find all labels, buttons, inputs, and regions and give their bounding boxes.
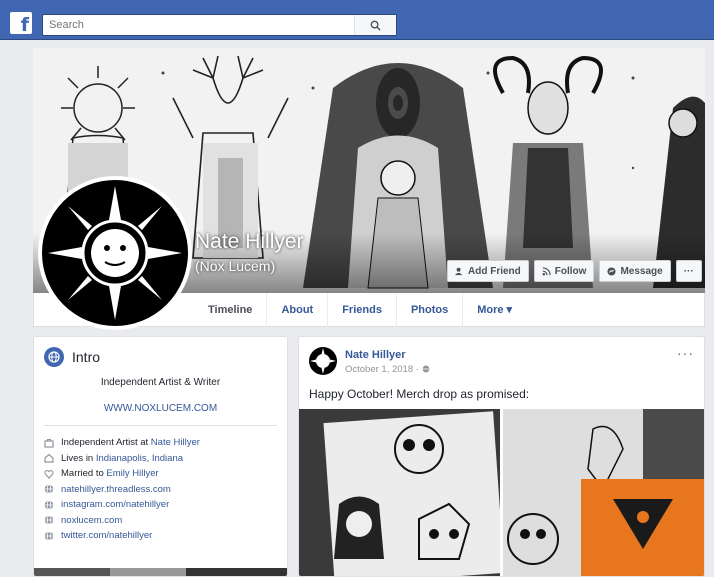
list-item: Married to Emily Hillyer bbox=[44, 466, 200, 482]
post-author[interactable]: Nate Hillyer bbox=[345, 349, 406, 361]
intro-item-link[interactable]: Emily Hillyer bbox=[106, 468, 158, 479]
message-button[interactable]: Message bbox=[599, 260, 671, 282]
intro-item-text: Independent Artist at Nate Hillyer bbox=[61, 437, 200, 449]
profile-picture[interactable] bbox=[38, 176, 192, 330]
timeline-post: Nate Hillyer October 1, 2018 · ··· Happy… bbox=[298, 336, 705, 577]
avatar[interactable] bbox=[309, 347, 337, 375]
add-friend-button[interactable]: Add Friend bbox=[447, 260, 529, 282]
messenger-icon bbox=[607, 266, 617, 276]
tab-about[interactable]: About bbox=[267, 293, 329, 327]
add-friend-label: Add Friend bbox=[468, 265, 521, 277]
intro-item-text: Lives in Indianapolis, Indiana bbox=[61, 452, 184, 464]
rss-follow-icon bbox=[542, 266, 551, 275]
intro-item-link[interactable]: natehillyer.threadless.com bbox=[61, 484, 171, 495]
more-options-button[interactable]: ··· bbox=[675, 260, 702, 282]
more-options-label: ··· bbox=[683, 265, 694, 277]
list-item: natehillyer.threadless.com bbox=[44, 482, 200, 498]
sun-face-emblem bbox=[48, 186, 182, 320]
post-options-button[interactable]: ··· bbox=[677, 345, 694, 361]
globe-icon bbox=[44, 500, 54, 510]
intro-card: Intro Independent Artist & Writer WWW.NO… bbox=[33, 336, 288, 577]
globe-icon bbox=[44, 515, 54, 525]
intro-bio: Independent Artist & Writer bbox=[100, 377, 221, 388]
post-timestamp[interactable]: October 1, 2018 · bbox=[345, 364, 430, 375]
message-label: Message bbox=[620, 265, 663, 277]
globe-icon bbox=[44, 347, 64, 367]
post-photo-print[interactable] bbox=[503, 409, 704, 576]
profile-alternate-name: (Nox Lucem) bbox=[195, 258, 276, 274]
search-button[interactable] bbox=[354, 15, 396, 35]
post-text: Happy October! Merch drop as promised: bbox=[309, 387, 530, 401]
intro-item-link[interactable]: instagram.com/natehillyer bbox=[61, 499, 169, 510]
facebook-logo[interactable]: f bbox=[10, 12, 32, 34]
intro-item-link[interactable]: noxlucem.com bbox=[61, 515, 122, 526]
sun-face-avatar-icon bbox=[310, 348, 336, 374]
intro-divider bbox=[44, 425, 277, 426]
sticker-sheet-image bbox=[299, 409, 500, 576]
tab-photos[interactable]: Photos bbox=[397, 293, 464, 327]
photos-preview-strip[interactable] bbox=[34, 568, 287, 576]
post-photo-stickers[interactable] bbox=[299, 409, 500, 576]
intro-website-link[interactable]: WWW.NOXLUCEM.COM bbox=[34, 403, 287, 414]
cover-action-buttons: Add Friend Follow Message ··· bbox=[447, 260, 702, 282]
globe-icon bbox=[44, 531, 54, 541]
public-globe-icon bbox=[422, 366, 430, 373]
intro-item-text: Married to Emily Hillyer bbox=[61, 468, 159, 480]
intro-title: Intro bbox=[72, 349, 101, 365]
follow-button[interactable]: Follow bbox=[533, 260, 595, 282]
home-icon bbox=[44, 453, 54, 463]
search-icon bbox=[370, 20, 381, 31]
tab-friends[interactable]: Friends bbox=[328, 293, 397, 327]
list-item: twitter.com/natehillyer bbox=[44, 528, 200, 544]
search-input[interactable] bbox=[43, 15, 353, 35]
search-box bbox=[42, 14, 397, 36]
tab-timeline[interactable]: Timeline bbox=[194, 293, 268, 327]
briefcase-icon bbox=[44, 438, 54, 448]
tab-more[interactable]: More ▾ bbox=[463, 293, 526, 327]
intro-details-list: Independent Artist at Nate Hillyer Lives… bbox=[44, 435, 200, 544]
post-photos bbox=[299, 409, 704, 576]
list-item: Lives in Indianapolis, Indiana bbox=[44, 451, 200, 467]
follow-label: Follow bbox=[554, 265, 587, 277]
profile-name[interactable]: Nate Hillyer bbox=[195, 230, 304, 254]
add-friend-icon bbox=[455, 267, 463, 275]
top-navigation-bar: f bbox=[0, 0, 714, 40]
heart-icon bbox=[44, 469, 54, 479]
intro-item-link[interactable]: twitter.com/natehillyer bbox=[61, 530, 152, 541]
globe-icon bbox=[44, 484, 54, 494]
intro-item-link[interactable]: Indianapolis, Indiana bbox=[96, 453, 183, 464]
post-date-text: October 1, 2018 · bbox=[345, 364, 422, 375]
list-item: Independent Artist at Nate Hillyer bbox=[44, 435, 200, 451]
intro-header: Intro bbox=[44, 347, 100, 367]
list-item: instagram.com/natehillyer bbox=[44, 497, 200, 513]
orange-print-image bbox=[503, 409, 704, 576]
list-item: noxlucem.com bbox=[44, 513, 200, 529]
intro-item-link[interactable]: Nate Hillyer bbox=[151, 437, 200, 448]
